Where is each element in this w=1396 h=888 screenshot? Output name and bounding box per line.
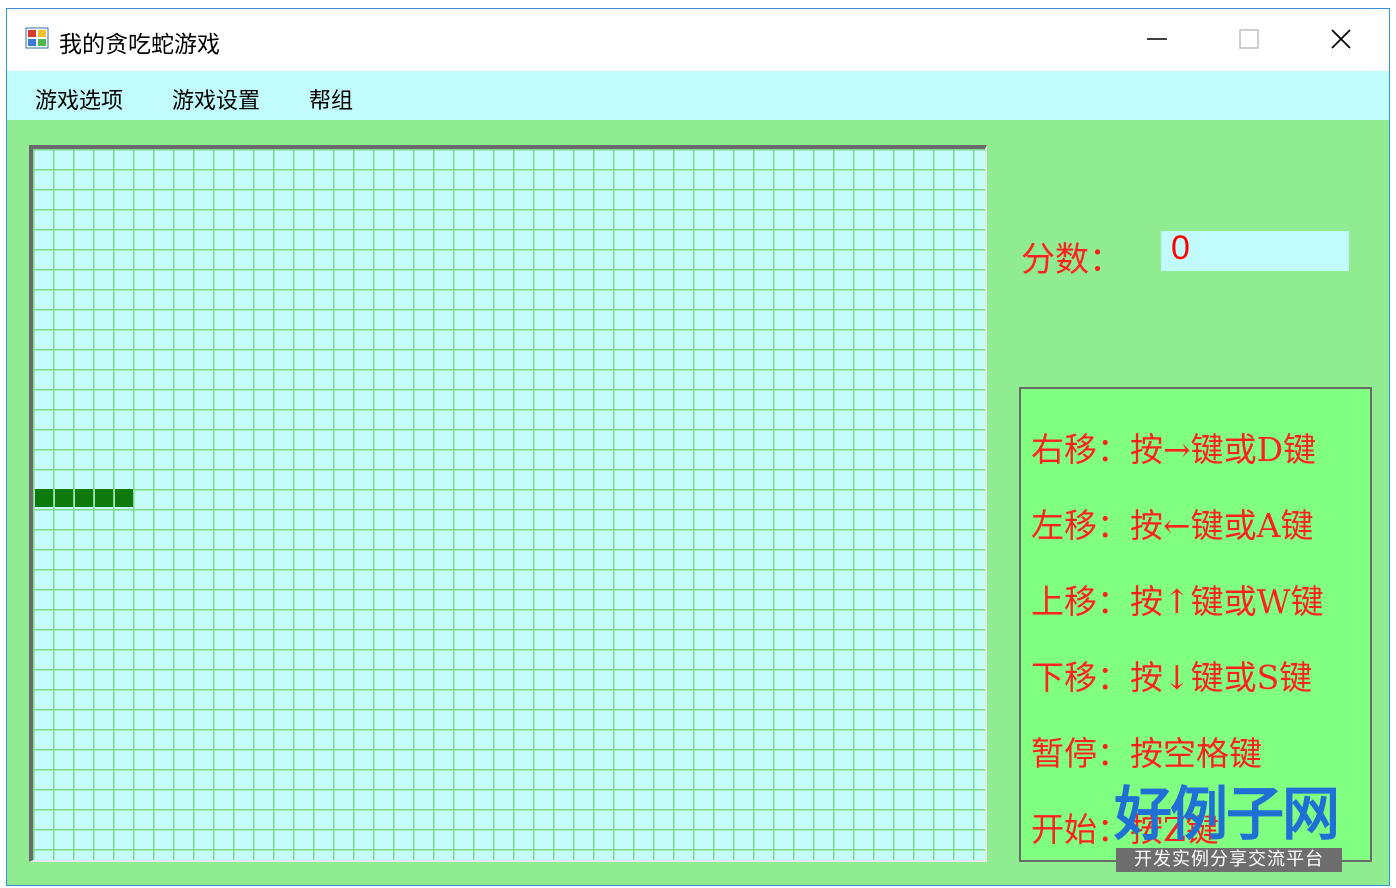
watermark-brand: 好例子网 <box>1114 780 1340 848</box>
help-move-up: 上移：按↑键或W键 <box>1031 582 1324 621</box>
menu-bar: 游戏选项 游戏设置 帮组 <box>7 71 1389 120</box>
menu-game-settings[interactable]: 游戏设置 <box>172 83 260 115</box>
help-move-left: 左移：按←键或A键 <box>1031 506 1314 545</box>
snake-segment <box>75 489 93 507</box>
help-move-right: 右移：按→键或D键 <box>1031 430 1317 469</box>
app-icon <box>25 27 49 49</box>
score-value: 0 <box>1171 229 1190 267</box>
window-title: 我的贪吃蛇游戏 <box>59 32 220 58</box>
title-bar[interactable]: 我的贪吃蛇游戏 <box>7 9 1389 71</box>
menu-game-options[interactable]: 游戏选项 <box>35 83 123 115</box>
minimize-button[interactable] <box>1111 9 1203 69</box>
app-window: 我的贪吃蛇游戏 游戏选项 游戏设置 帮组 分数： 0 右移：按→键或D键 左移：… <box>6 8 1390 886</box>
minimize-icon <box>1147 38 1167 40</box>
client-area: 分数： 0 右移：按→键或D键 左移：按←键或A键 上移：按↑键或W键 下移：按… <box>7 120 1389 885</box>
close-button[interactable] <box>1295 9 1387 69</box>
score-display: 0 <box>1161 229 1349 271</box>
watermark-logo: 好例子网 开发实例分享交流平台 <box>1114 780 1344 872</box>
maximize-button[interactable] <box>1203 9 1295 69</box>
snake-head <box>115 489 133 507</box>
score-label: 分数： <box>1021 240 1123 280</box>
maximize-icon <box>1239 29 1259 49</box>
help-pause: 暂停：按空格键 <box>1031 734 1262 773</box>
menu-help[interactable]: 帮组 <box>309 83 353 115</box>
snake-segment <box>55 489 73 507</box>
game-board[interactable] <box>29 145 987 862</box>
snake-segment <box>95 489 113 507</box>
help-move-down: 下移：按↓键或S键 <box>1031 658 1313 697</box>
snake-segment <box>35 489 53 507</box>
close-icon <box>1331 29 1351 49</box>
watermark-slogan: 开发实例分享交流平台 <box>1116 848 1342 872</box>
snake <box>35 489 133 507</box>
